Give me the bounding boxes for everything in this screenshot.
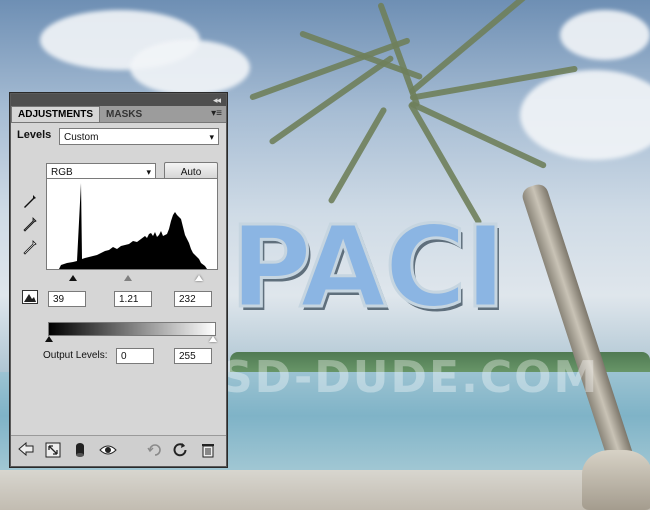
output-levels-label: Output Levels:: [43, 350, 108, 361]
headline-text: PACI: [228, 203, 507, 333]
eyedropper-black-icon[interactable]: [23, 194, 37, 210]
preset-label: Levels: [17, 129, 52, 141]
eyedropper-white-icon[interactable]: [23, 240, 37, 256]
eyedropper-gray-icon[interactable]: [23, 217, 37, 233]
previous-state-icon[interactable]: [146, 442, 164, 460]
histogram-graph: [59, 183, 207, 269]
eye-icon[interactable]: [99, 442, 117, 460]
clip-to-layer-icon[interactable]: [71, 442, 89, 460]
output-gradient-bar: [48, 322, 216, 336]
panel-titlebar: ◂◂: [11, 94, 226, 106]
input-black-field[interactable]: 39: [48, 291, 86, 307]
tab-adjustments[interactable]: ADJUSTMENTS: [11, 106, 101, 122]
expand-view-icon[interactable]: [44, 442, 62, 460]
channel-value: RGB: [51, 167, 73, 178]
output-white-field[interactable]: 255: [174, 348, 212, 364]
panel-menu-icon[interactable]: ▾≡: [211, 108, 222, 119]
tree-stump: [582, 450, 650, 510]
histogram: [46, 178, 218, 270]
output-white-slider[interactable]: [209, 336, 217, 342]
trash-icon[interactable]: [199, 442, 217, 460]
input-gamma-field[interactable]: 1.21: [114, 291, 152, 307]
panel-footer: [11, 435, 226, 466]
output-black-slider[interactable]: [45, 336, 53, 342]
sand: [0, 470, 650, 510]
tab-masks[interactable]: MASKS: [100, 107, 148, 122]
adjustments-panel: ◂◂ ADJUSTMENTS MASKS ▾≡ Levels Custom ▾ …: [10, 93, 227, 467]
clipping-warning-icon[interactable]: [21, 290, 39, 306]
input-black-slider[interactable]: [69, 275, 77, 281]
collapse-panel-icon[interactable]: ◂◂: [213, 95, 221, 106]
output-black-field[interactable]: 0: [116, 348, 154, 364]
chevron-down-icon: ▾: [209, 132, 214, 142]
panel-tabs: ADJUSTMENTS MASKS ▾≡: [11, 106, 226, 123]
back-arrow-icon[interactable]: [17, 441, 35, 460]
preset-dropdown[interactable]: Custom ▾: [59, 128, 219, 145]
input-white-field[interactable]: 232: [174, 291, 212, 307]
reset-icon[interactable]: [171, 442, 189, 460]
preset-value: Custom: [64, 132, 99, 143]
input-gamma-slider[interactable]: [124, 275, 132, 281]
input-white-slider[interactable]: [195, 275, 203, 281]
